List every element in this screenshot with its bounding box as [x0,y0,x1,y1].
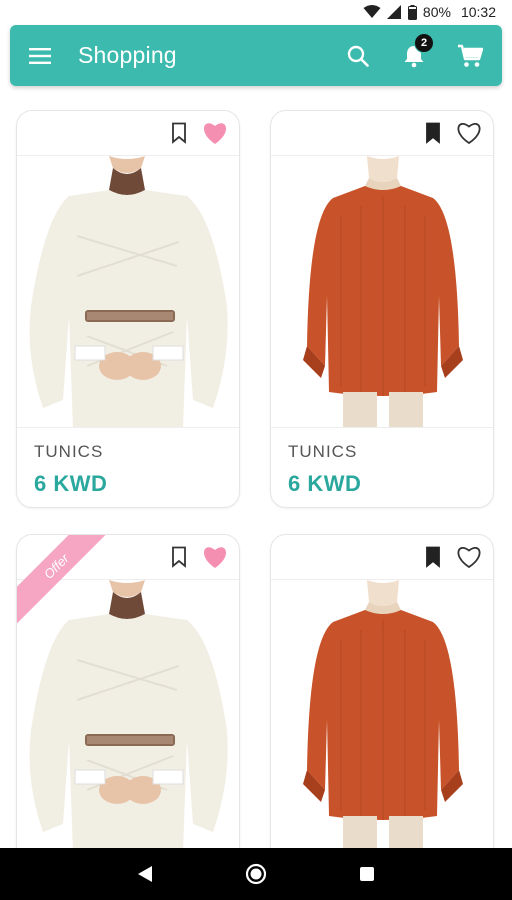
product-image[interactable] [17,155,239,428]
back-button[interactable] [125,854,165,894]
notifications-button[interactable]: 2 [400,32,434,70]
product-category: TUNICS [288,442,358,461]
bookmark-filled-icon [426,122,440,144]
model-photo [271,580,493,851]
battery-icon [407,4,417,20]
heart-outline-icon [457,547,481,569]
clock: 10:32 [460,4,496,20]
home-button[interactable] [236,854,276,894]
wifi-icon [363,5,381,19]
cart-icon [458,44,483,67]
product-image[interactable] [17,579,239,852]
recents-square-icon [359,867,374,881]
model-photo [17,156,239,427]
model-photo [271,156,493,427]
product-card[interactable]: Offer [16,534,240,900]
product-card[interactable] [270,534,494,900]
bookmark-button[interactable] [419,119,447,147]
like-button[interactable] [455,119,483,147]
signal-icon [386,5,402,19]
back-triangle-icon [138,866,153,882]
bookmark-outline-icon [172,122,186,144]
product-image[interactable] [271,579,493,852]
bookmark-button[interactable] [419,543,447,571]
product-category: TUNICS [34,442,104,461]
search-icon [347,45,369,67]
system-nav-bar [0,848,512,900]
notification-badge: 2 [414,32,434,53]
product-card[interactable]: TUNICS 6 KWD [270,110,494,508]
bookmark-outline-icon [172,546,186,568]
home-circle-icon [245,863,267,885]
menu-button[interactable] [28,44,52,68]
model-photo [17,580,239,851]
bookmark-filled-icon [426,546,440,568]
heart-filled-icon [203,547,227,568]
product-grid: TUNICS 6 KWD TUNICS 6 KWD Offer [16,110,496,900]
hamburger-icon [29,47,51,64]
product-card[interactable]: TUNICS 6 KWD [16,110,240,508]
bookmark-button[interactable] [165,543,193,571]
product-price: 6 KWD [288,471,362,496]
status-bar: 80% 10:32 [0,0,512,24]
product-price: 6 KWD [34,471,108,496]
page-title: Shopping [78,42,177,68]
like-button[interactable] [201,543,229,571]
heart-outline-icon [457,123,481,145]
product-image[interactable] [271,155,493,428]
app-bar: Shopping 2 [10,25,502,86]
heart-filled-icon [203,123,227,144]
cart-button[interactable] [456,42,484,70]
search-button[interactable] [344,42,372,70]
recents-button[interactable] [347,854,387,894]
shopping-screen: 80% 10:32 Shopping 2 TUNICS 6 KWD TUNICS… [0,0,512,900]
battery-percent: 80% [422,4,451,20]
like-button[interactable] [455,543,483,571]
like-button[interactable] [201,119,229,147]
bookmark-button[interactable] [165,119,193,147]
